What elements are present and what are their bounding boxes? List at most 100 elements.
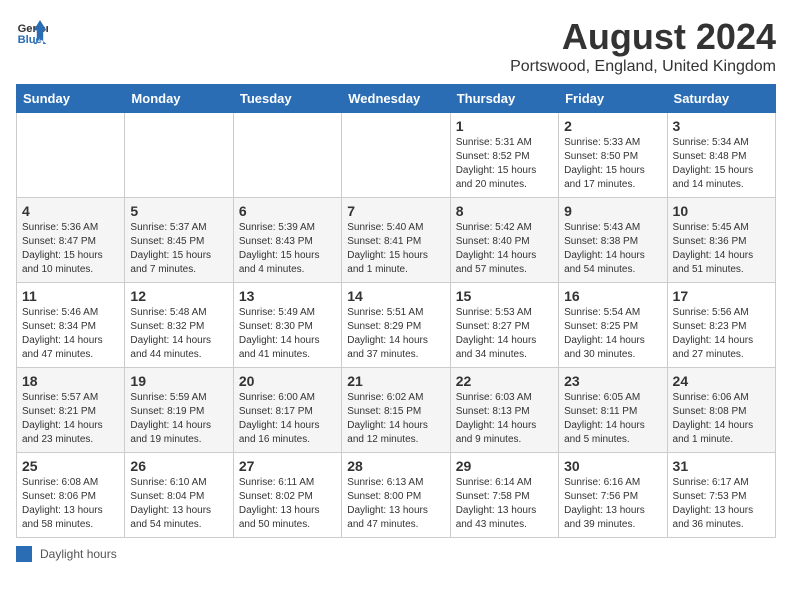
day-info: Sunrise: 5:48 AM Sunset: 8:32 PM Dayligh… [130, 306, 227, 362]
day-info: Sunrise: 5:43 AM Sunset: 8:38 PM Dayligh… [564, 221, 661, 277]
day-number: 12 [130, 288, 227, 304]
calendar-cell: 23 Sunrise: 6:05 AM Sunset: 8:11 PM Dayli… [559, 368, 667, 453]
day-number: 30 [564, 458, 661, 474]
calendar-cell: 26 Sunrise: 6:10 AM Sunset: 8:04 PM Dayli… [125, 453, 233, 538]
day-info: Sunrise: 6:10 AM Sunset: 8:04 PM Dayligh… [130, 476, 227, 532]
daylight-label: Daylight hours [40, 547, 117, 561]
calendar-cell: 6Sunrise: 5:39 AM Sunset: 8:43 PM Daylig… [233, 198, 341, 283]
calendar-cell [342, 113, 450, 198]
day-number: 31 [673, 458, 770, 474]
day-number: 3 [673, 118, 770, 134]
day-number: 29 [456, 458, 553, 474]
day-info: Sunrise: 5:34 AM Sunset: 8:48 PM Dayligh… [673, 136, 770, 192]
day-info: Sunrise: 6:08 AM Sunset: 8:06 PM Dayligh… [22, 476, 119, 532]
day-info: Sunrise: 5:36 AM Sunset: 8:47 PM Dayligh… [22, 221, 119, 277]
calendar-cell: 11Sunrise: 5:46 AM Sunset: 8:34 PM Dayli… [17, 283, 125, 368]
week-row-2: 4 Sunrise: 5:36 AM Sunset: 8:47 PM Daylig… [17, 198, 776, 283]
calendar-cell: 2 Sunrise: 5:33 AM Sunset: 8:50 PM Daylig… [559, 113, 667, 198]
day-number: 17 [673, 288, 770, 304]
calendar-cell: 22 Sunrise: 6:03 AM Sunset: 8:13 PM Dayli… [450, 368, 558, 453]
calendar-cell: 5Sunrise: 5:37 AM Sunset: 8:45 PM Daylig… [125, 198, 233, 283]
day-number: 19 [130, 373, 227, 389]
calendar-cell: 29 Sunrise: 6:14 AM Sunset: 7:58 PM Dayli… [450, 453, 558, 538]
day-info: Sunrise: 5:54 AM Sunset: 8:25 PM Dayligh… [564, 306, 661, 362]
day-number: 28 [347, 458, 444, 474]
location: Portswood, England, United Kingdom [510, 58, 776, 76]
day-number: 15 [456, 288, 553, 304]
calendar-cell: 21Sunrise: 6:02 AM Sunset: 8:15 PM Dayli… [342, 368, 450, 453]
day-number: 7 [347, 203, 444, 219]
day-number: 25 [22, 458, 119, 474]
week-row-4: 18 Sunrise: 5:57 AM Sunset: 8:21 PM Dayli… [17, 368, 776, 453]
day-number: 16 [564, 288, 661, 304]
calendar-cell: 14Sunrise: 5:51 AM Sunset: 8:29 PM Dayli… [342, 283, 450, 368]
day-info: Sunrise: 5:37 AM Sunset: 8:45 PM Dayligh… [130, 221, 227, 277]
day-number: 18 [22, 373, 119, 389]
day-info: Sunrise: 6:02 AM Sunset: 8:15 PM Dayligh… [347, 391, 444, 447]
calendar-cell: 9 Sunrise: 5:43 AM Sunset: 8:38 PM Daylig… [559, 198, 667, 283]
calendar-cell: 27Sunrise: 6:11 AM Sunset: 8:02 PM Dayli… [233, 453, 341, 538]
day-info: Sunrise: 5:57 AM Sunset: 8:21 PM Dayligh… [22, 391, 119, 447]
calendar-cell [125, 113, 233, 198]
column-header-wednesday: Wednesday [342, 85, 450, 113]
day-number: 26 [130, 458, 227, 474]
day-number: 8 [456, 203, 553, 219]
calendar-table: SundayMondayTuesdayWednesdayThursdayFrid… [16, 84, 776, 538]
day-info: Sunrise: 6:05 AM Sunset: 8:11 PM Dayligh… [564, 391, 661, 447]
calendar-cell: 8 Sunrise: 5:42 AM Sunset: 8:40 PM Daylig… [450, 198, 558, 283]
calendar-cell: 15 Sunrise: 5:53 AM Sunset: 8:27 PM Dayli… [450, 283, 558, 368]
day-number: 4 [22, 203, 119, 219]
day-number: 13 [239, 288, 336, 304]
day-info: Sunrise: 5:42 AM Sunset: 8:40 PM Dayligh… [456, 221, 553, 277]
day-info: Sunrise: 5:33 AM Sunset: 8:50 PM Dayligh… [564, 136, 661, 192]
day-number: 22 [456, 373, 553, 389]
calendar-cell: 19 Sunrise: 5:59 AM Sunset: 8:19 PM Dayli… [125, 368, 233, 453]
calendar-cell: 24 Sunrise: 6:06 AM Sunset: 8:08 PM Dayli… [667, 368, 775, 453]
day-info: Sunrise: 6:06 AM Sunset: 8:08 PM Dayligh… [673, 391, 770, 447]
day-info: Sunrise: 5:53 AM Sunset: 8:27 PM Dayligh… [456, 306, 553, 362]
calendar-cell: 28 Sunrise: 6:13 AM Sunset: 8:00 PM Dayli… [342, 453, 450, 538]
day-number: 2 [564, 118, 661, 134]
week-row-5: 25 Sunrise: 6:08 AM Sunset: 8:06 PM Dayli… [17, 453, 776, 538]
page-header: General Blue August 2024 Portswood, Engl… [16, 16, 776, 76]
day-number: 10 [673, 203, 770, 219]
calendar-cell: 7 Sunrise: 5:40 AM Sunset: 8:41 PM Daylig… [342, 198, 450, 283]
calendar-cell: 25 Sunrise: 6:08 AM Sunset: 8:06 PM Dayli… [17, 453, 125, 538]
column-header-friday: Friday [559, 85, 667, 113]
title-block: August 2024 Portswood, England, United K… [510, 16, 776, 76]
calendar-cell: 4 Sunrise: 5:36 AM Sunset: 8:47 PM Daylig… [17, 198, 125, 283]
calendar-cell: 12 Sunrise: 5:48 AM Sunset: 8:32 PM Dayli… [125, 283, 233, 368]
day-number: 23 [564, 373, 661, 389]
day-info: Sunrise: 6:13 AM Sunset: 8:00 PM Dayligh… [347, 476, 444, 532]
calendar-cell: 13 Sunrise: 5:49 AM Sunset: 8:30 PM Dayli… [233, 283, 341, 368]
calendar-cell: 30 Sunrise: 6:16 AM Sunset: 7:56 PM Dayli… [559, 453, 667, 538]
calendar-cell [17, 113, 125, 198]
logo-icon: General Blue [16, 16, 48, 48]
day-info: Sunrise: 6:16 AM Sunset: 7:56 PM Dayligh… [564, 476, 661, 532]
day-number: 14 [347, 288, 444, 304]
day-number: 24 [673, 373, 770, 389]
column-header-sunday: Sunday [17, 85, 125, 113]
day-number: 20 [239, 373, 336, 389]
month-year: August 2024 [510, 16, 776, 58]
day-info: Sunrise: 5:40 AM Sunset: 8:41 PM Dayligh… [347, 221, 444, 277]
calendar-cell: 3 Sunrise: 5:34 AM Sunset: 8:48 PM Daylig… [667, 113, 775, 198]
column-header-tuesday: Tuesday [233, 85, 341, 113]
day-info: Sunrise: 5:59 AM Sunset: 8:19 PM Dayligh… [130, 391, 227, 447]
day-info: Sunrise: 5:56 AM Sunset: 8:23 PM Dayligh… [673, 306, 770, 362]
day-info: Sunrise: 5:45 AM Sunset: 8:36 PM Dayligh… [673, 221, 770, 277]
day-info: Sunrise: 6:14 AM Sunset: 7:58 PM Dayligh… [456, 476, 553, 532]
calendar-cell: 17 Sunrise: 5:56 AM Sunset: 8:23 PM Dayli… [667, 283, 775, 368]
week-row-3: 11Sunrise: 5:46 AM Sunset: 8:34 PM Dayli… [17, 283, 776, 368]
daylight-legend-box [16, 546, 32, 562]
day-info: Sunrise: 5:49 AM Sunset: 8:30 PM Dayligh… [239, 306, 336, 362]
calendar-cell [233, 113, 341, 198]
day-number: 1 [456, 118, 553, 134]
day-number: 6 [239, 203, 336, 219]
calendar-cell: 16 Sunrise: 5:54 AM Sunset: 8:25 PM Dayli… [559, 283, 667, 368]
calendar-cell: 20Sunrise: 6:00 AM Sunset: 8:17 PM Dayli… [233, 368, 341, 453]
calendar-cell: 31Sunrise: 6:17 AM Sunset: 7:53 PM Dayli… [667, 453, 775, 538]
day-info: Sunrise: 6:03 AM Sunset: 8:13 PM Dayligh… [456, 391, 553, 447]
day-number: 27 [239, 458, 336, 474]
day-number: 9 [564, 203, 661, 219]
